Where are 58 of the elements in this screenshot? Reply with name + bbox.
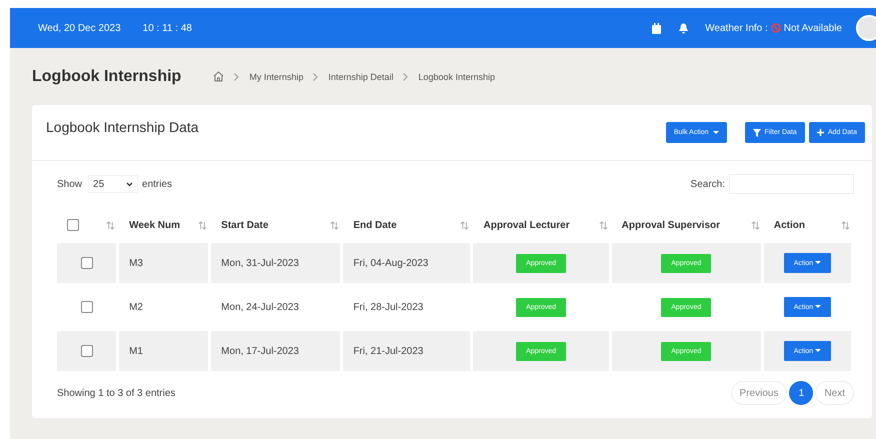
prohibited-icon — [770, 23, 781, 33]
entries-label: entries — [142, 178, 172, 190]
column-header[interactable]: Approval Supervisor — [622, 220, 720, 230]
sort-icon[interactable] — [330, 220, 340, 230]
card-title: Logbook Internship Data — [46, 119, 200, 135]
breadcrumb-link[interactable]: Internship Detail — [328, 72, 394, 82]
column-header[interactable]: Start Date — [221, 220, 268, 230]
column-header[interactable]: Week Num — [129, 220, 180, 230]
weather-status: Not Available — [784, 22, 842, 34]
chevron-icon — [313, 72, 318, 80]
pagination-button[interactable]: Next — [815, 381, 854, 405]
column-header[interactable]: Action — [774, 220, 805, 230]
sort-icon[interactable] — [750, 220, 760, 230]
column-header[interactable]: End Date — [353, 220, 397, 230]
avatar[interactable] — [856, 15, 876, 41]
table-cell: Mon, 31-Jul-2023 — [221, 258, 299, 268]
table-cell: Fri, 21-Jul-2023 — [353, 346, 424, 356]
pagination-button[interactable]: Previous — [730, 381, 788, 405]
bell-icon[interactable] — [678, 22, 690, 34]
chevron-icon — [234, 72, 240, 80]
date-text: Wed, 20 Dec 2023 — [38, 22, 121, 34]
home-icon[interactable] — [213, 71, 224, 82]
table-cell: M3 — [129, 258, 143, 268]
time-text: 10 : 11 : 48 — [142, 22, 192, 34]
checkbox[interactable] — [80, 345, 93, 357]
calendar-icon[interactable] — [651, 22, 662, 34]
chevron-icon — [403, 72, 408, 80]
sort-icon[interactable] — [598, 220, 608, 230]
checkbox[interactable] — [80, 257, 93, 269]
sort-icon[interactable] — [198, 220, 208, 230]
caret-icon — [815, 348, 822, 352]
chevron-down-icon — [126, 182, 134, 186]
page-title: Logbook Internship — [32, 68, 182, 86]
caret-icon — [815, 260, 822, 264]
column-header[interactable]: Approval Lecturer — [483, 220, 570, 230]
caret-icon — [712, 130, 719, 134]
checkbox[interactable] — [80, 301, 93, 313]
table-cell: Fri, 28-Jul-2023 — [353, 302, 424, 312]
entries-info: Showing 1 to 3 of 3 entries — [57, 388, 176, 398]
table-cell: M1 — [129, 346, 143, 356]
search-label: Search: — [690, 178, 725, 190]
table-cell: M2 — [129, 302, 143, 312]
page-button[interactable]: 1 — [789, 381, 814, 405]
breadcrumb-link[interactable]: Logbook Internship — [418, 72, 495, 82]
checkbox[interactable] — [67, 219, 79, 231]
entries-select[interactable]: 25 — [88, 175, 138, 193]
sort-icon[interactable] — [460, 220, 470, 230]
caret-icon — [815, 304, 822, 308]
sort-icon[interactable] — [106, 220, 116, 230]
breadcrumb-link[interactable]: My Internship — [249, 72, 304, 82]
table-cell: Mon, 24-Jul-2023 — [221, 302, 299, 312]
plus-icon — [816, 129, 824, 136]
sort-icon[interactable] — [841, 220, 850, 230]
weather-label: Weather Info : — [705, 22, 768, 34]
table-cell: Mon, 17-Jul-2023 — [221, 346, 299, 356]
show-label: Show — [57, 178, 82, 190]
filter-icon — [752, 128, 761, 136]
table-cell: Fri, 04-Aug-2023 — [353, 258, 428, 268]
